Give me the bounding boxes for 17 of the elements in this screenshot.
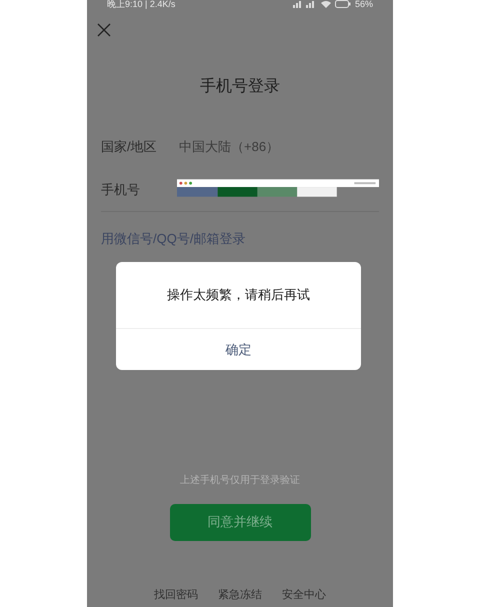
country-value[interactable]: 中国大陆（+86） (179, 136, 280, 156)
alt-login-link[interactable]: 用微信号/QQ号/邮箱登录 (101, 229, 393, 248)
footer-link[interactable]: 安全中心 (282, 586, 326, 603)
notice-text: 上述手机号仅用于登录验证 (179, 474, 301, 488)
battery-percent: 56% (354, 0, 373, 9)
signal-icon (292, 0, 317, 8)
footer-link[interactable]: 紧急冻结 (218, 586, 262, 603)
battery-icon (334, 0, 351, 8)
page-title: 手机号登录 (199, 76, 281, 97)
confirm-button[interactable]: 确定 (116, 329, 361, 370)
field-label: 国家/地区 (101, 138, 158, 156)
footer-link[interactable]: 找回密码 (154, 586, 198, 603)
dialog-message: 操作太频繁，请稍后再试 (166, 286, 311, 304)
agree-continue-button[interactable]: 同意并继续 (170, 504, 310, 540)
field-label: 手机号 (101, 180, 141, 199)
close-button[interactable] (97, 23, 111, 37)
wifi-icon (320, 0, 331, 8)
